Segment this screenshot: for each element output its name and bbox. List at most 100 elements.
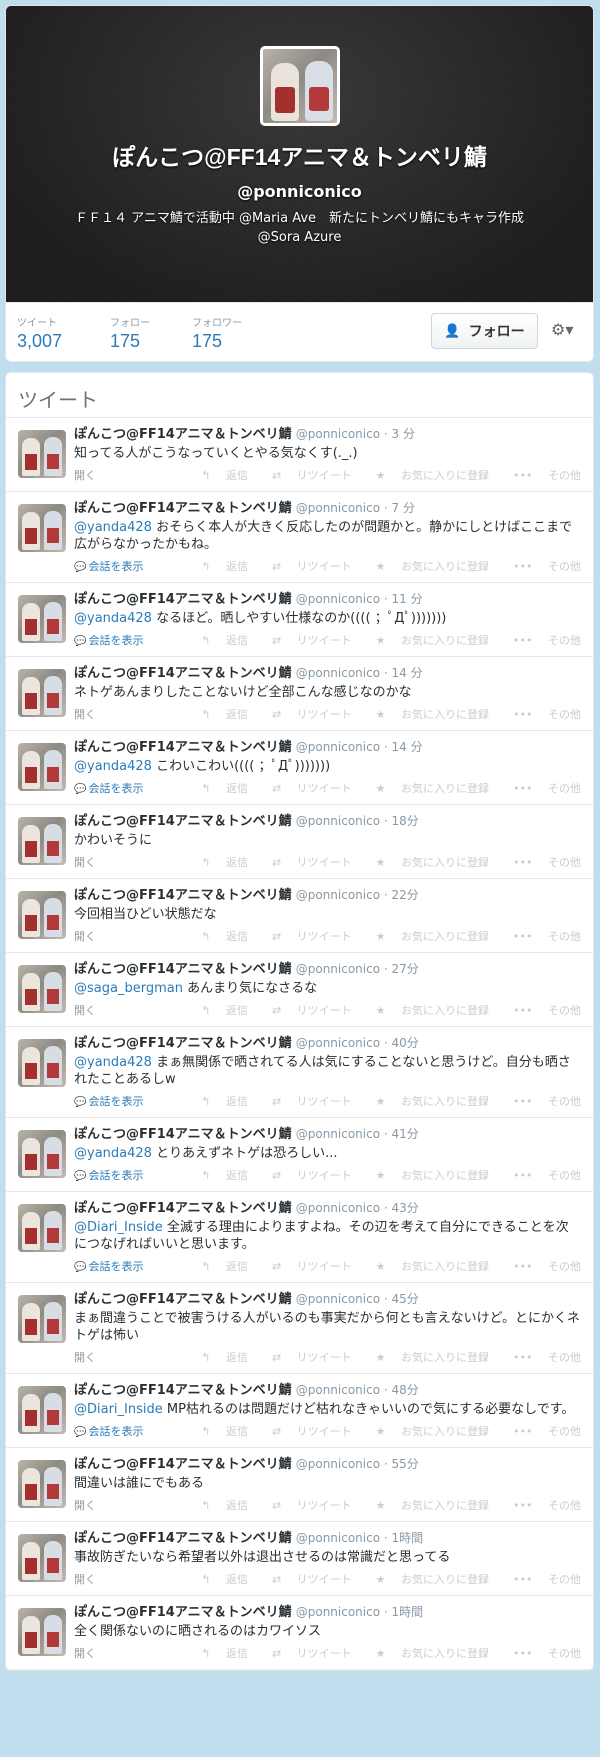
tweet-author-handle[interactable]: @ponniconico <box>296 427 380 441</box>
view-conversation-link[interactable]: 💬 会話を表示 <box>74 1423 143 1439</box>
view-conversation-link[interactable]: 💬 会話を表示 <box>74 632 143 648</box>
retweet-action[interactable]: ⇄ リツイート <box>260 1573 352 1586</box>
retweet-action[interactable]: ⇄ リツイート <box>260 930 352 943</box>
tweet-author-name[interactable]: ぽんこつ@FF14アニマ＆トンベリ鯖 <box>74 962 292 977</box>
avatar[interactable] <box>18 1130 66 1178</box>
avatar[interactable] <box>18 1460 66 1508</box>
more-action[interactable]: ••• その他 <box>501 1425 581 1438</box>
tweet-item[interactable]: ぽんこつ@FF14アニマ＆トンベリ鯖 @ponniconico · 11 分 @y… <box>6 583 593 657</box>
avatar[interactable] <box>18 430 66 478</box>
tweet-item[interactable]: ぽんこつ@FF14アニマ＆トンベリ鯖 @ponniconico · 1時間 事故防… <box>6 1522 593 1596</box>
stat-followers[interactable]: フォロワー 175 <box>192 314 242 352</box>
retweet-action[interactable]: ⇄ リツイート <box>260 560 352 573</box>
tweet-timestamp[interactable]: 14 分 <box>392 666 423 680</box>
tweet-timestamp[interactable]: 18分 <box>392 814 419 828</box>
avatar[interactable] <box>18 595 66 643</box>
favorite-action[interactable]: ★ お気に入りに登録 <box>364 560 489 573</box>
avatar[interactable] <box>18 1608 66 1656</box>
tweet-item[interactable]: ぽんこつ@FF14アニマ＆トンベリ鯖 @ponniconico · 48分 @Di… <box>6 1374 593 1448</box>
tweet-timestamp[interactable]: 55分 <box>392 1457 419 1471</box>
avatar[interactable] <box>18 965 66 1013</box>
more-action[interactable]: ••• その他 <box>501 634 581 647</box>
retweet-action[interactable]: ⇄ リツイート <box>260 708 352 721</box>
favorite-action[interactable]: ★ お気に入りに登録 <box>364 1260 489 1273</box>
tweet-item[interactable]: ぽんこつ@FF14アニマ＆トンベリ鯖 @ponniconico · 40分 @ya… <box>6 1027 593 1118</box>
retweet-action[interactable]: ⇄ リツイート <box>260 1351 352 1364</box>
more-action[interactable]: ••• その他 <box>501 1095 581 1108</box>
more-action[interactable]: ••• その他 <box>501 1004 581 1017</box>
tweet-author-handle[interactable]: @ponniconico <box>296 1127 380 1141</box>
tweet-author-handle[interactable]: @ponniconico <box>296 1605 380 1619</box>
tweet-author-name[interactable]: ぽんこつ@FF14アニマ＆トンベリ鯖 <box>74 1457 292 1472</box>
favorite-action[interactable]: ★ お気に入りに登録 <box>364 1351 489 1364</box>
tweet-timestamp[interactable]: 48分 <box>392 1383 419 1397</box>
view-conversation-link[interactable]: 💬 会話を表示 <box>74 558 143 574</box>
favorite-action[interactable]: ★ お気に入りに登録 <box>364 469 489 482</box>
favorite-action[interactable]: ★ お気に入りに登録 <box>364 634 489 647</box>
tweet-timestamp[interactable]: 22分 <box>392 888 419 902</box>
mention-link[interactable]: @Diari_Inside <box>74 1220 163 1235</box>
more-action[interactable]: ••• その他 <box>501 782 581 795</box>
tweet-author-handle[interactable]: @ponniconico <box>296 1531 380 1545</box>
tweet-author-name[interactable]: ぽんこつ@FF14アニマ＆トンベリ鯖 <box>74 501 292 516</box>
view-conversation-link[interactable]: 💬 会話を表示 <box>74 1258 143 1274</box>
more-action[interactable]: ••• その他 <box>501 930 581 943</box>
tweet-timestamp[interactable]: 14 分 <box>392 740 423 754</box>
favorite-action[interactable]: ★ お気に入りに登録 <box>364 1004 489 1017</box>
favorite-action[interactable]: ★ お気に入りに登録 <box>364 930 489 943</box>
tweet-author-handle[interactable]: @ponniconico <box>296 666 380 680</box>
avatar[interactable] <box>18 743 66 791</box>
view-conversation-link[interactable]: 💬 会話を表示 <box>74 1093 143 1109</box>
tweet-author-handle[interactable]: @ponniconico <box>296 1036 380 1050</box>
retweet-action[interactable]: ⇄ リツイート <box>260 856 352 869</box>
tweet-item[interactable]: ぽんこつ@FF14アニマ＆トンベリ鯖 @ponniconico · 14 分ネト… <box>6 657 593 731</box>
tweet-item[interactable]: ぽんこつ@FF14アニマ＆トンベリ鯖 @ponniconico · 27分 @sa… <box>6 953 593 1027</box>
more-action[interactable]: ••• その他 <box>501 469 581 482</box>
expand-link[interactable]: 開く <box>74 1645 96 1661</box>
expand-link[interactable]: 開く <box>74 1571 96 1587</box>
follow-button[interactable]: 👤 フォロー <box>431 313 538 349</box>
mention-link[interactable]: @yanda428 <box>74 611 152 626</box>
favorite-action[interactable]: ★ お気に入りに登録 <box>364 1169 489 1182</box>
reply-action[interactable]: ↰ 返信 <box>189 469 248 482</box>
more-action[interactable]: ••• その他 <box>501 1169 581 1182</box>
favorite-action[interactable]: ★ お気に入りに登録 <box>364 708 489 721</box>
reply-action[interactable]: ↰ 返信 <box>189 1095 248 1108</box>
tweet-timestamp[interactable]: 1時間 <box>392 1531 424 1545</box>
tweet-item[interactable]: ぽんこつ@FF14アニマ＆トンベリ鯖 @ponniconico · 22分 今回相… <box>6 879 593 953</box>
tweet-item[interactable]: ぽんこつ@FF14アニマ＆トンベリ鯖 @ponniconico · 41分 @ya… <box>6 1118 593 1192</box>
reply-action[interactable]: ↰ 返信 <box>189 1647 248 1660</box>
mention-link[interactable]: @yanda428 <box>74 520 152 535</box>
retweet-action[interactable]: ⇄ リツイート <box>260 634 352 647</box>
tweet-author-handle[interactable]: @ponniconico <box>296 1457 380 1471</box>
mention-link[interactable]: @yanda428 <box>74 1055 152 1070</box>
favorite-action[interactable]: ★ お気に入りに登録 <box>364 856 489 869</box>
more-action[interactable]: ••• その他 <box>501 1351 581 1364</box>
reply-action[interactable]: ↰ 返信 <box>189 560 248 573</box>
tweet-author-name[interactable]: ぽんこつ@FF14アニマ＆トンベリ鯖 <box>74 740 292 755</box>
more-action[interactable]: ••• その他 <box>501 1573 581 1586</box>
favorite-action[interactable]: ★ お気に入りに登録 <box>364 1095 489 1108</box>
tweet-item[interactable]: ぽんこつ@FF14アニマ＆トンベリ鯖 @ponniconico · 3 分知って… <box>6 418 593 492</box>
retweet-action[interactable]: ⇄ リツイート <box>260 1260 352 1273</box>
tweet-author-handle[interactable]: @ponniconico <box>296 814 380 828</box>
stat-following[interactable]: フォロー 175 <box>110 314 150 352</box>
avatar[interactable] <box>18 1386 66 1434</box>
tweet-author-name[interactable]: ぽんこつ@FF14アニマ＆トンベリ鯖 <box>74 1383 292 1398</box>
more-action[interactable]: ••• その他 <box>501 1260 581 1273</box>
more-action[interactable]: ••• その他 <box>501 560 581 573</box>
tweet-item[interactable]: ぽんこつ@FF14アニマ＆トンベリ鯖 @ponniconico · 45分 まぁ間… <box>6 1283 593 1374</box>
reply-action[interactable]: ↰ 返信 <box>189 1425 248 1438</box>
tweet-timestamp[interactable]: 11 分 <box>392 592 423 606</box>
reply-action[interactable]: ↰ 返信 <box>189 782 248 795</box>
mention-link[interactable]: @Diari_Inside <box>74 1402 163 1417</box>
mention-link[interactable]: @yanda428 <box>74 759 152 774</box>
favorite-action[interactable]: ★ お気に入りに登録 <box>364 1425 489 1438</box>
gear-icon[interactable]: ⚙▾ <box>551 320 573 339</box>
tweet-timestamp[interactable]: 27分 <box>392 962 419 976</box>
favorite-action[interactable]: ★ お気に入りに登録 <box>364 1647 489 1660</box>
view-conversation-link[interactable]: 💬 会話を表示 <box>74 1167 143 1183</box>
tweet-item[interactable]: ぽんこつ@FF14アニマ＆トンベリ鯖 @ponniconico · 55分 間違い… <box>6 1448 593 1522</box>
tweet-author-name[interactable]: ぽんこつ@FF14アニマ＆トンベリ鯖 <box>74 888 292 903</box>
avatar[interactable] <box>18 504 66 552</box>
